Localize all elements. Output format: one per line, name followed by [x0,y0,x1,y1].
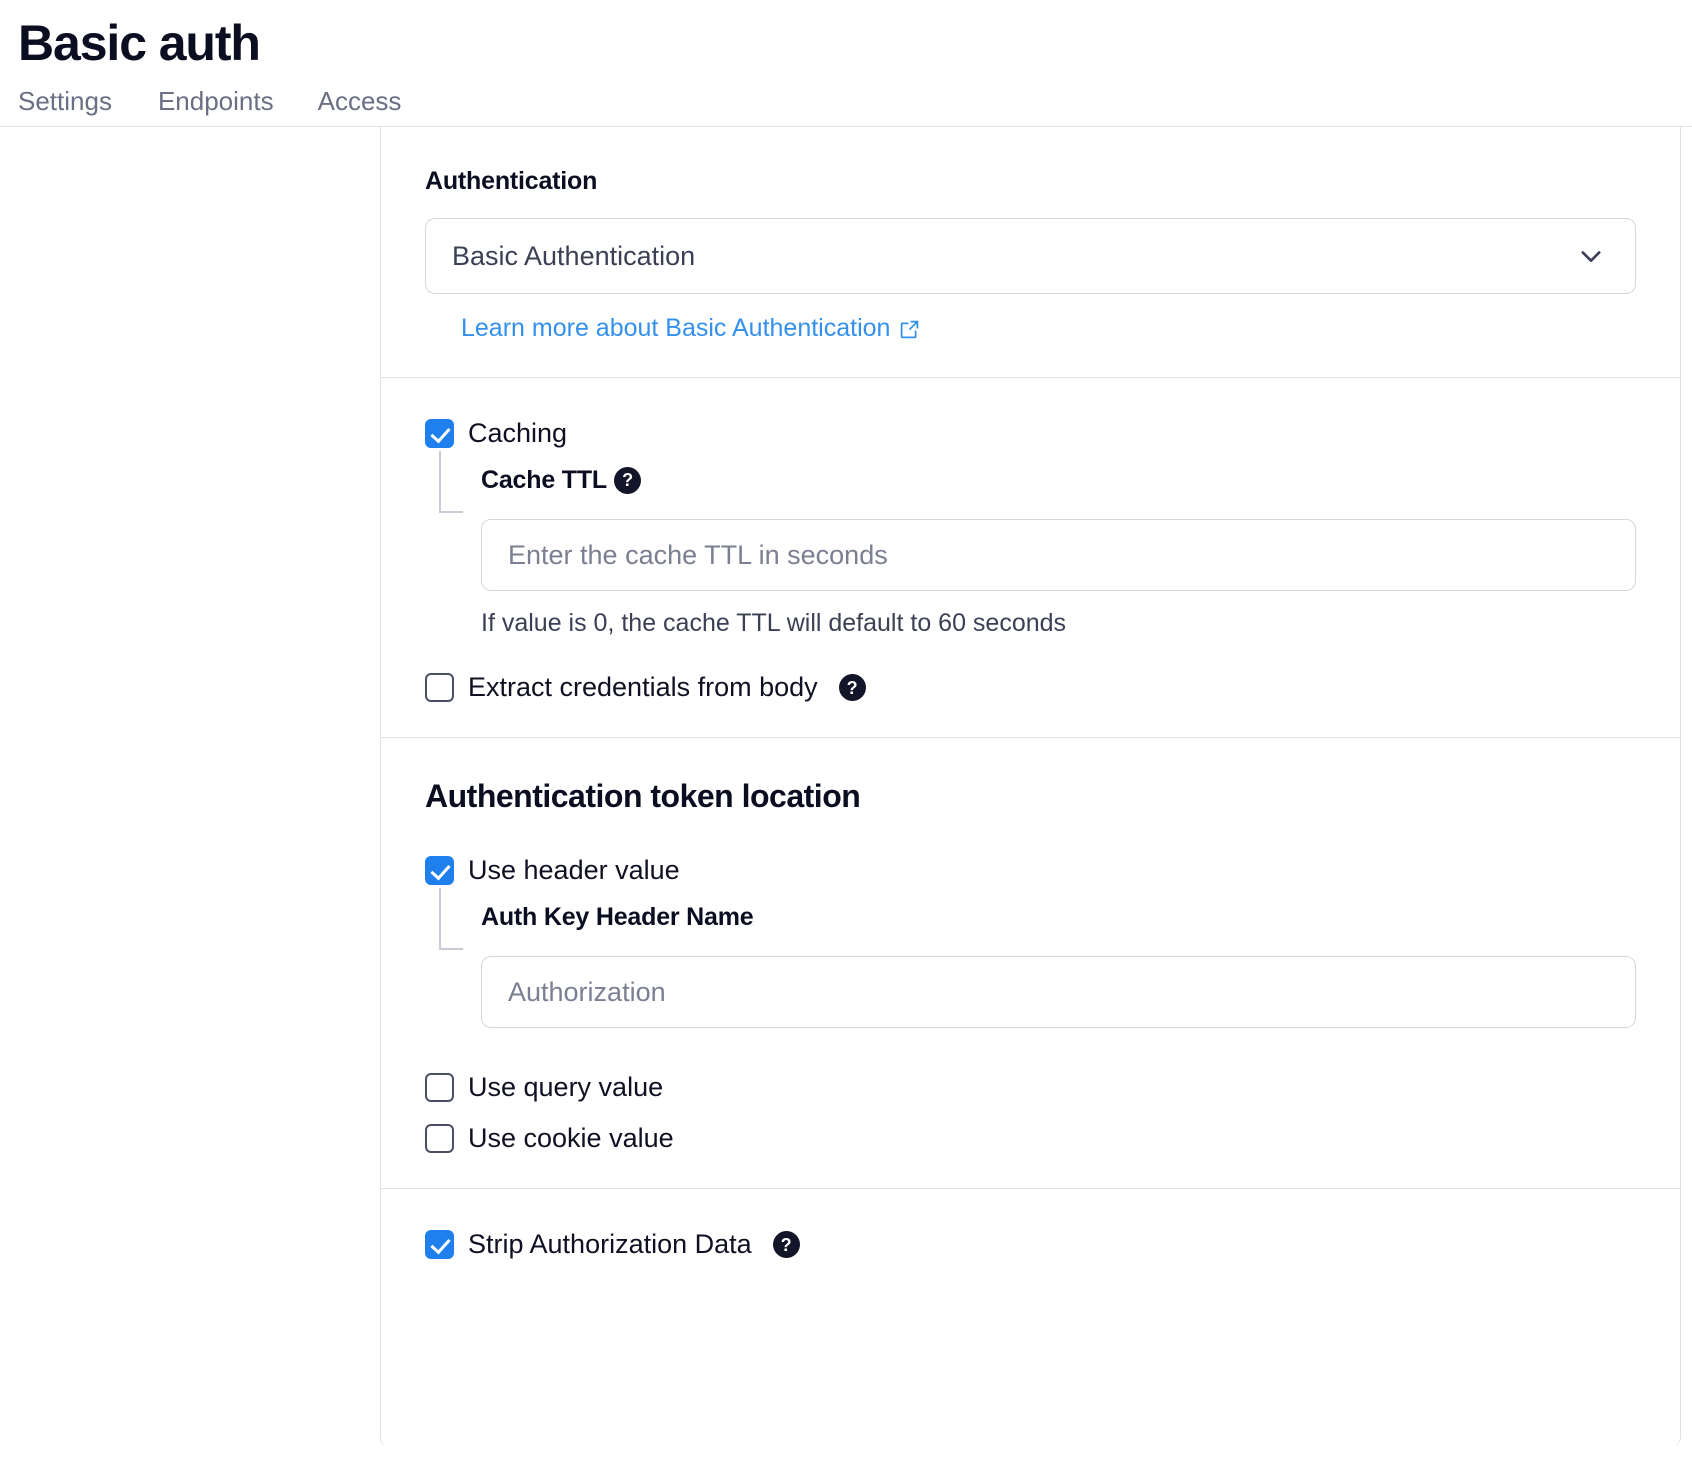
strip-authorization-checkbox[interactable] [425,1230,454,1259]
page-header: Basic auth [0,0,1692,71]
learn-more-link[interactable]: Learn more about Basic Authentication [461,314,920,343]
caching-section: Caching Cache TTL ? Enter the cache TTL … [381,378,1680,738]
cache-ttl-input[interactable]: Enter the cache TTL in seconds [481,519,1636,591]
strip-authorization-checkbox-row[interactable]: Strip Authorization Data ? [425,1229,1636,1260]
cache-ttl-placeholder: Enter the cache TTL in seconds [508,539,888,570]
tab-access[interactable]: Access [296,88,424,126]
extract-credentials-checkbox[interactable] [425,673,454,702]
authentication-section: Authentication Basic Authentication Lear… [381,127,1680,378]
page-body: Authentication Basic Authentication Lear… [0,127,1692,1447]
page-title: Basic auth [18,15,261,71]
external-link-icon [899,318,920,339]
help-icon[interactable]: ? [772,1231,800,1258]
auth-key-header-name-placeholder: Authorization [508,976,666,1007]
caching-checkbox-row[interactable]: Caching [425,418,1636,449]
caching-checkbox[interactable] [425,419,454,448]
authentication-select-value: Basic Authentication [452,240,696,271]
use-cookie-value-checkbox[interactable] [425,1124,454,1153]
use-query-value-label: Use query value [468,1072,664,1102]
use-header-value-checkbox-row[interactable]: Use header value [425,855,1636,886]
cache-ttl-label: Cache TTL [481,465,607,494]
token-location-section: Authentication token location Use header… [381,738,1680,1189]
token-location-heading: Authentication token location [425,778,861,814]
help-icon[interactable]: ? [614,466,641,494]
authentication-label: Authentication [425,167,598,195]
cache-ttl-title-row: Cache TTL ? [481,463,1636,497]
use-cookie-value-label: Use cookie value [468,1123,674,1153]
cache-ttl-block: Cache TTL ? Enter the cache TTL in secon… [425,451,1636,638]
strip-authorization-section: Strip Authorization Data ? [381,1189,1680,1294]
chevron-down-icon [1577,242,1605,270]
use-query-value-checkbox[interactable] [425,1073,454,1102]
auth-key-header-name-input[interactable]: Authorization [481,956,1636,1028]
auth-key-header-name-block: Auth Key Header Name Authorization [425,888,1636,1028]
tab-settings[interactable]: Settings [18,88,136,126]
tab-bar: Settings Endpoints Access [0,71,1692,127]
help-icon[interactable]: ? [838,674,866,701]
authentication-select[interactable]: Basic Authentication [425,218,1636,294]
learn-more-label: Learn more about Basic Authentication [461,314,891,342]
auth-key-header-name-title-row: Auth Key Header Name [481,900,1636,934]
use-cookie-value-checkbox-row[interactable]: Use cookie value [425,1123,1636,1154]
extract-credentials-label: Extract credentials from body [468,672,818,702]
use-header-value-label: Use header value [468,855,680,885]
auth-key-header-name-label: Auth Key Header Name [481,902,754,931]
cache-ttl-hint: If value is 0, the cache TTL will defaul… [481,609,1067,637]
tab-endpoints[interactable]: Endpoints [136,88,296,126]
caching-label: Caching [468,418,568,448]
use-query-value-checkbox-row[interactable]: Use query value [425,1072,1636,1103]
left-rail [0,127,380,1447]
use-header-value-checkbox[interactable] [425,856,454,885]
strip-authorization-label: Strip Authorization Data [468,1229,752,1259]
settings-card: Authentication Basic Authentication Lear… [380,127,1681,1447]
extract-credentials-checkbox-row[interactable]: Extract credentials from body ? [425,672,1636,703]
